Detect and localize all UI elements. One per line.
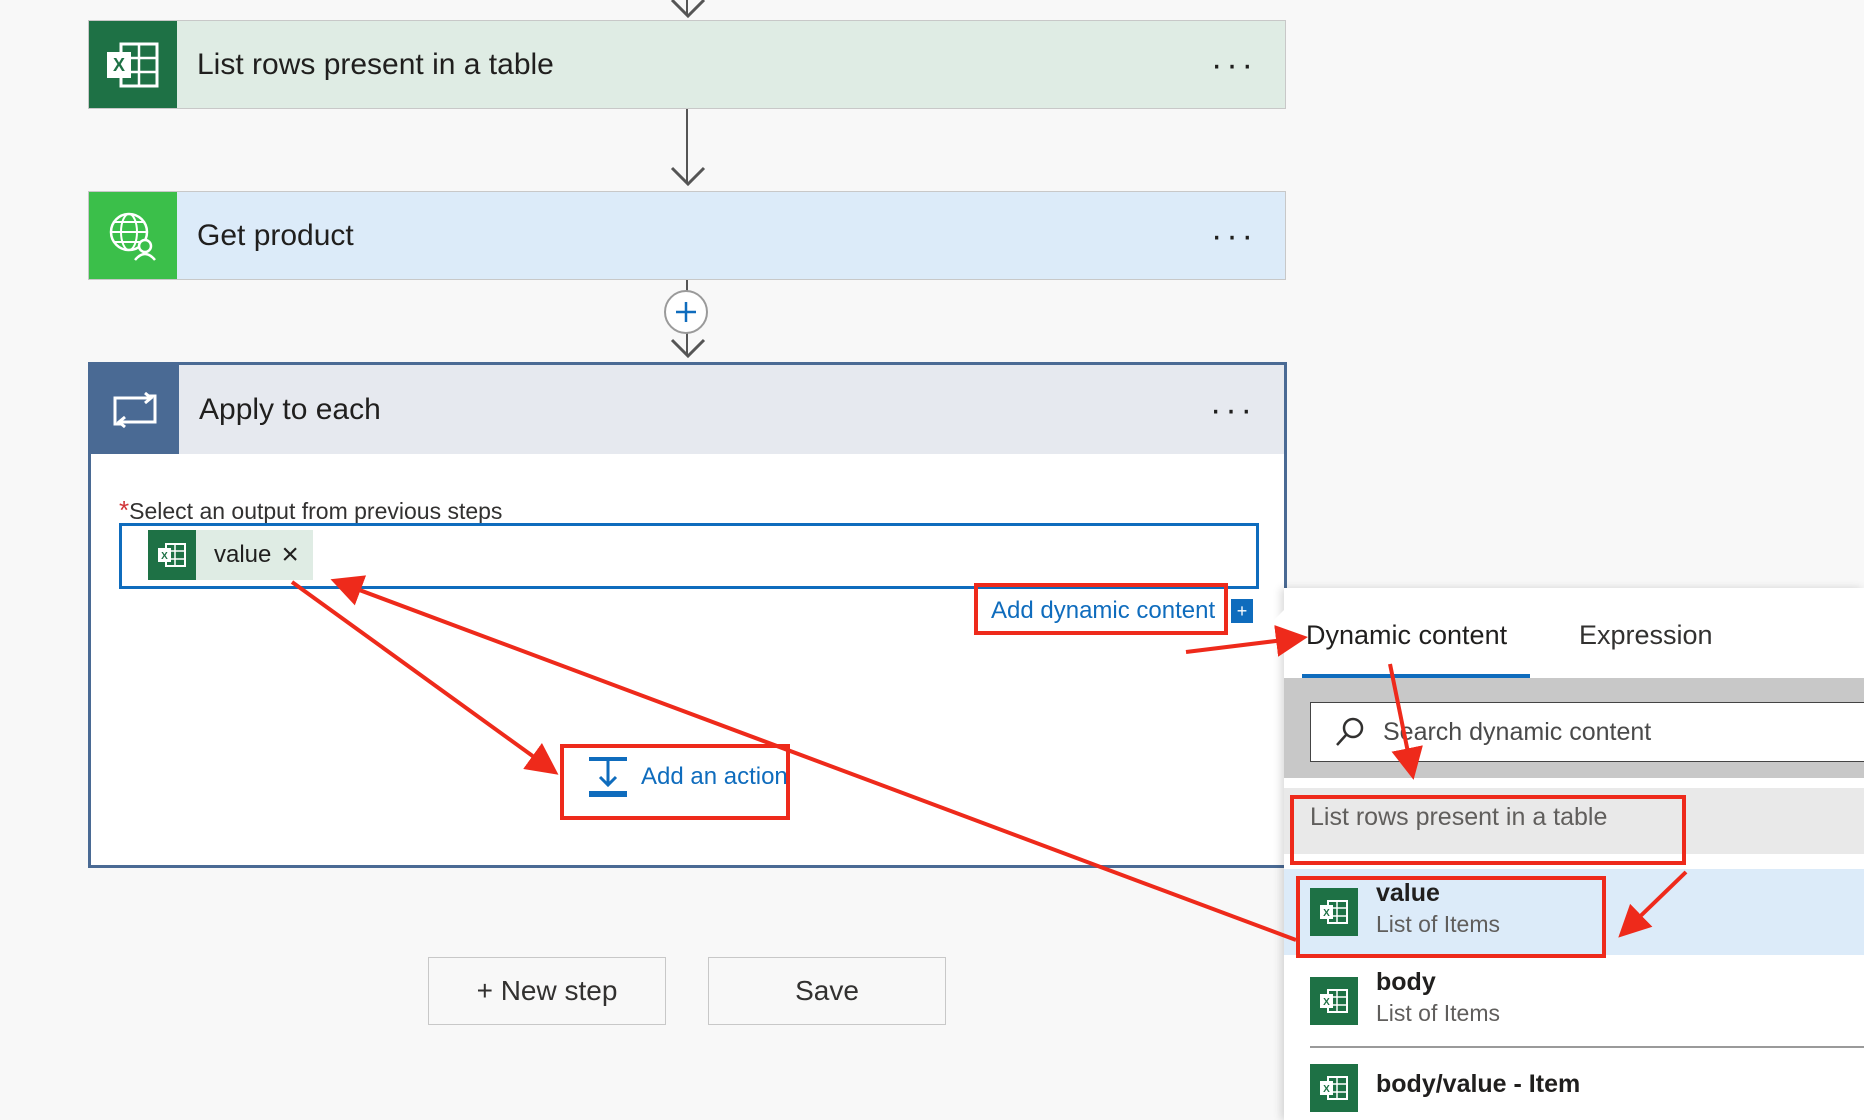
arrow-token-to-add-action	[290, 580, 559, 775]
arrow-link-to-panel-tab	[1185, 625, 1308, 657]
annotation-arrows	[290, 575, 1688, 942]
arrow-tab-to-group	[1388, 663, 1423, 780]
arrow-value-item-to-token	[330, 575, 1297, 942]
arrow-group-to-value	[1618, 870, 1688, 938]
